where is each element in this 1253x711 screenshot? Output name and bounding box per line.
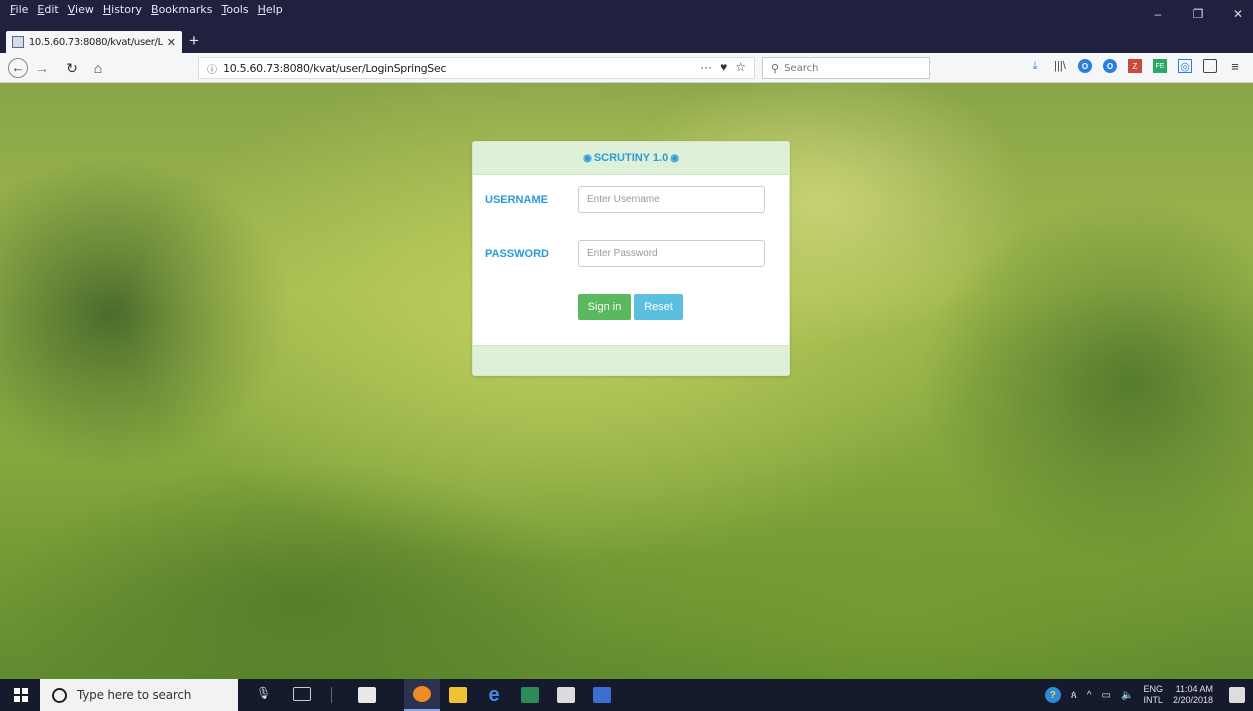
taskbar-search-box[interactable]: Type here to search — [40, 679, 238, 711]
menu-history[interactable]: History — [103, 3, 142, 16]
window-controls: – ❐ ✕ — [1151, 0, 1245, 28]
page-actions-menu-icon[interactable]: ··· — [700, 60, 712, 74]
url-text[interactable]: 10.5.60.73:8080/kvat/user/LoginSpringSec — [223, 62, 447, 75]
sign-in-button[interactable]: Sign in — [578, 294, 631, 320]
system-tray: ? ጰ ^ ▭ 🔈 ENG INTL 11:04 AM 2/20/2018 — [1044, 679, 1245, 711]
file-explorer-icon[interactable] — [440, 679, 476, 711]
reset-button[interactable]: Reset — [634, 294, 683, 320]
navigation-toolbar: ← → ↻ ⌂ ⓘ 10.5.60.73:8080/kvat/user/Logi… — [0, 53, 1253, 83]
cortana-icon — [52, 687, 67, 703]
username-row: USERNAME — [473, 186, 791, 216]
new-tab-button[interactable]: + — [189, 30, 199, 52]
volume-icon[interactable]: 🔈 — [1121, 690, 1133, 701]
search-icon: ⚲ — [771, 62, 780, 75]
login-header: ◉ SCRUTINY 1.0 ◉ — [473, 142, 789, 175]
taskbar-search-placeholder: Type here to search — [77, 688, 192, 702]
back-icon[interactable]: ← — [8, 58, 28, 78]
menu-view[interactable]: View — [68, 3, 94, 16]
menu-file[interactable]: File — [10, 3, 28, 16]
network-icon[interactable]: ▭ — [1102, 690, 1111, 701]
menu-bar: File Edit View History Bookmarks Tools H… — [0, 0, 1253, 19]
menu-edit[interactable]: Edit — [37, 3, 58, 16]
eye-icon-right: ◉ — [670, 152, 679, 164]
page-viewport: ◉ SCRUTINY 1.0 ◉ USERNAME PASSWORD Sign … — [0, 83, 1253, 679]
eye-icon: ◉ — [583, 152, 592, 164]
login-footer — [473, 345, 789, 375]
menu-bookmarks[interactable]: Bookmarks — [151, 3, 212, 16]
library-icon[interactable]: |||\ — [1053, 59, 1067, 73]
microphone-icon[interactable]: 🎙 — [256, 686, 271, 700]
excel-app-icon[interactable] — [512, 679, 548, 711]
form-buttons: Sign in Reset — [578, 294, 683, 320]
help-icon[interactable]: ? — [1044, 687, 1061, 703]
mail-app-icon[interactable] — [349, 679, 385, 711]
people-icon[interactable]: ጰ — [1071, 690, 1077, 701]
page-actions: ··· ♥ ☆ — [700, 60, 746, 74]
edge-browser-icon[interactable]: e — [476, 679, 512, 711]
tab-bar: 10.5.60.73:8080/kvat/user/Logi ✕ + — [0, 29, 1253, 53]
minimize-icon[interactable]: – — [1151, 7, 1165, 21]
extension-box-icon[interactable]: ◎ — [1178, 59, 1192, 73]
url-bar[interactable]: ⓘ 10.5.60.73:8080/kvat/user/LoginSpringS… — [198, 57, 755, 79]
password-label: PASSWORD — [485, 248, 549, 260]
close-window-icon[interactable]: ✕ — [1231, 7, 1245, 21]
extension-tool-icon[interactable]: Z — [1128, 59, 1142, 73]
taskbar-divider — [331, 687, 332, 703]
tab-title: 10.5.60.73:8080/kvat/user/Logi — [28, 36, 163, 48]
tab-login[interactable]: 10.5.60.73:8080/kvat/user/Logi ✕ — [6, 31, 182, 53]
bookmark-star-icon[interactable]: ☆ — [735, 60, 746, 74]
sidebar-icon[interactable] — [1203, 59, 1217, 73]
login-panel: ◉ SCRUTINY 1.0 ◉ USERNAME PASSWORD Sign … — [472, 141, 790, 376]
search-bar[interactable]: ⚲ Search — [762, 57, 930, 79]
extension-blue-icon[interactable]: O — [1078, 59, 1092, 73]
menu-help[interactable]: Help — [258, 3, 283, 16]
extension-blue-2-icon[interactable]: O — [1103, 59, 1117, 73]
lang-bottom: INTL — [1143, 695, 1163, 705]
start-button[interactable] — [14, 688, 28, 702]
photos-app-icon[interactable] — [548, 679, 584, 711]
language-indicator[interactable]: ENG INTL — [1143, 684, 1163, 706]
username-input[interactable] — [578, 186, 765, 213]
taskbar: Type here to search 🎙 e ? ጰ ^ ▭ 🔈 ENG IN… — [0, 679, 1253, 711]
task-view-icon[interactable] — [293, 687, 311, 701]
restore-icon[interactable]: ❐ — [1191, 7, 1205, 21]
clock-time: 11:04 AM — [1175, 684, 1213, 694]
browser-chrome: File Edit View History Bookmarks Tools H… — [0, 0, 1253, 83]
reload-icon[interactable]: ↻ — [64, 59, 80, 77]
lang-top: ENG — [1143, 684, 1163, 694]
download-icon[interactable]: ⤓ — [1028, 59, 1042, 73]
hamburger-menu-icon[interactable]: ≡ — [1228, 59, 1242, 74]
clock-date: 2/20/2018 — [1172, 695, 1213, 705]
firefox-app-icon[interactable] — [404, 679, 440, 711]
login-title: SCRUTINY 1.0 — [593, 152, 669, 164]
chevron-up-icon[interactable]: ^ — [1087, 690, 1092, 701]
pocket-icon[interactable]: ♥ — [720, 60, 727, 74]
word-app-icon[interactable] — [584, 679, 620, 711]
forward-icon[interactable]: → — [34, 59, 50, 77]
clock[interactable]: 11:04 AM 2/20/2018 — [1173, 684, 1213, 706]
extension-screenshot-icon[interactable]: FE — [1153, 59, 1167, 73]
notification-icon[interactable] — [1229, 687, 1245, 703]
username-label: USERNAME — [485, 194, 548, 206]
password-input[interactable] — [578, 240, 765, 267]
tab-close-icon[interactable]: ✕ — [167, 36, 176, 49]
search-placeholder: Search — [784, 62, 819, 74]
password-row: PASSWORD — [473, 240, 791, 270]
favicon-icon — [12, 36, 24, 48]
menu-tools[interactable]: Tools — [221, 3, 248, 16]
info-icon[interactable]: ⓘ — [207, 61, 217, 76]
toolbar-icons: ⤓ |||\ O O Z FE ◎ ≡ — [1028, 59, 1242, 74]
home-icon[interactable]: ⌂ — [90, 59, 106, 77]
